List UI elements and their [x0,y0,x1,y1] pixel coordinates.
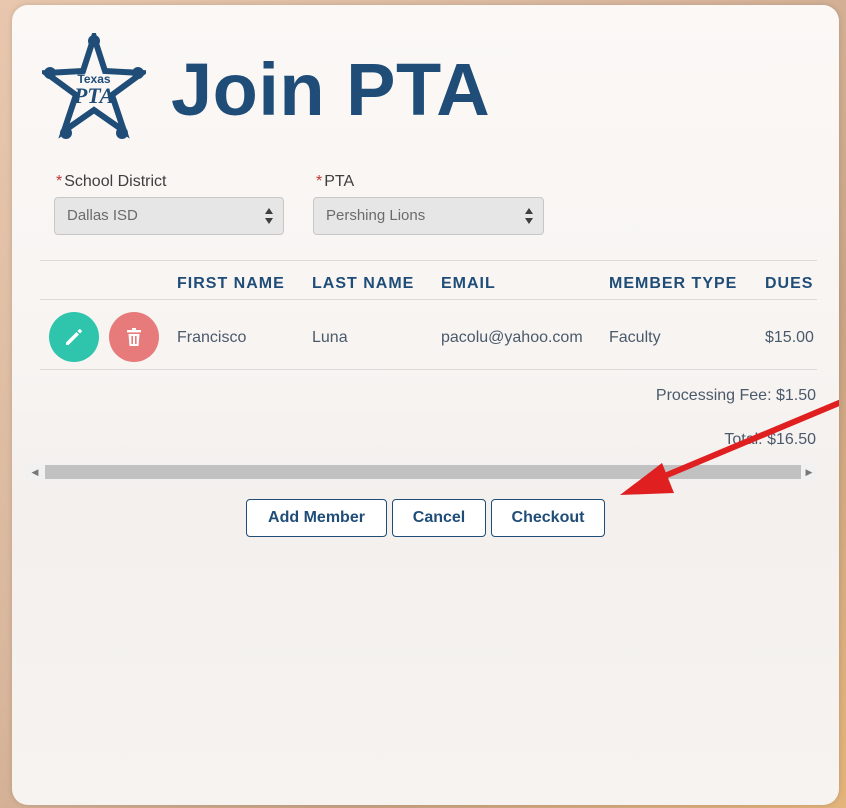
column-header-member-type: MEMBER TYPE [609,275,738,292]
edit-member-button[interactable] [49,312,99,362]
checkout-button[interactable]: Checkout [491,499,605,537]
pta-label: * PTA [316,173,354,191]
cell-member-type: Faculty [609,329,661,346]
cell-email: pacolu@yahoo.com [441,329,583,346]
table-top-divider [40,260,817,261]
required-marker: * [316,173,323,190]
trash-icon [127,328,141,346]
texas-pta-logo: Texas PTA [42,33,146,139]
column-header-dues: DUES [765,275,814,292]
pta-select[interactable]: Pershing Lions [313,197,544,235]
select-arrows-icon [525,208,533,224]
row-divider [40,369,817,370]
cell-dues: $15.00 [765,329,814,346]
pta-value: Pershing Lions [326,207,426,224]
page-title: Join PTA [171,48,491,131]
cell-last-name: Luna [312,329,348,346]
column-header-first-name: FIRST NAME [177,275,285,292]
delete-member-button[interactable] [109,312,159,362]
pencil-icon [66,329,82,345]
column-header-last-name: LAST NAME [312,275,415,292]
school-district-value: Dallas ISD [67,207,138,224]
cancel-button[interactable]: Cancel [392,499,486,537]
pta-label-text: PTA [324,173,355,190]
scroll-left-arrow-icon[interactable]: ◀ [27,463,43,481]
annotation-arrow-icon [620,399,839,495]
school-district-label-text: School District [64,173,167,190]
logo-main-text: PTA [73,83,114,108]
join-pta-card: Texas PTA Join PTA * School District Dall… [12,5,839,805]
header-divider [40,299,817,300]
school-district-label: * School District [56,173,166,191]
cell-first-name: Francisco [177,329,247,346]
select-arrows-icon [265,208,273,224]
column-header-email: EMAIL [441,275,496,292]
required-marker: * [56,173,63,190]
add-member-button[interactable]: Add Member [246,499,387,537]
school-district-select[interactable]: Dallas ISD [54,197,284,235]
